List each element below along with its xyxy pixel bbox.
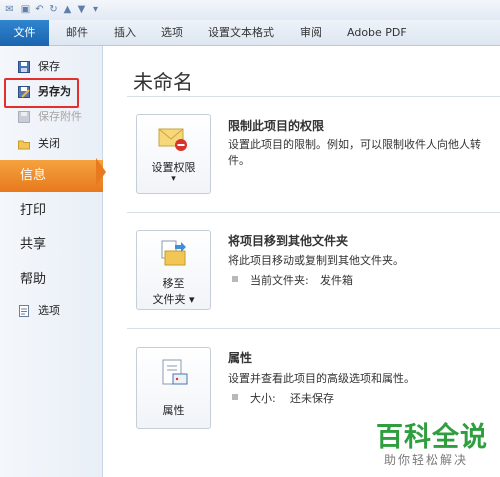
nav-options-label: 选项 xyxy=(38,304,60,317)
move-folder-icon xyxy=(161,240,186,266)
move-desc: 将此项目移动或复制到其他文件夹。 xyxy=(228,254,404,267)
app-icon: ✉ xyxy=(5,4,14,15)
current-folder-label: 当前文件夹: xyxy=(250,274,309,287)
nav-help[interactable]: 帮助 xyxy=(0,264,103,296)
permissions-desc-line2: 件。 xyxy=(228,154,250,167)
redo-icon[interactable]: ↻ xyxy=(48,4,59,15)
save-icon[interactable]: ▣ xyxy=(20,4,31,15)
properties-label: 属性 xyxy=(162,404,185,417)
nav-save-label: 保存 xyxy=(38,60,60,73)
bullet-icon xyxy=(232,394,238,400)
tab-mail[interactable]: 邮件 xyxy=(66,20,88,46)
undo-icon[interactable]: ↶ xyxy=(34,4,45,15)
nav-close-label: 关闭 xyxy=(38,137,60,150)
chevron-down-icon: ▾ xyxy=(171,174,176,184)
watermark-title: 百科全说 xyxy=(376,422,488,453)
nav-share[interactable]: 共享 xyxy=(0,229,103,261)
folder-icon xyxy=(18,140,30,150)
backstage-nav: 保存 另存为 保存附件 关闭 信息 打印 共享 帮助 选项 xyxy=(0,46,103,477)
nav-options[interactable]: 选项 xyxy=(0,299,103,323)
bullet-icon xyxy=(232,276,238,282)
options-icon xyxy=(19,305,29,317)
move-heading: 将项目移到其他文件夹 xyxy=(228,234,349,248)
size-value: 还未保存 xyxy=(290,392,334,405)
nav-save-attachment-label: 保存附件 xyxy=(38,110,82,123)
active-nav-pointer xyxy=(96,158,106,186)
tab-file[interactable]: 文件 xyxy=(0,20,49,46)
permissions-desc-line1: 设置此项目的限制。例如，可以限制收件人向他人转 xyxy=(228,138,481,151)
nav-info[interactable]: 信息 xyxy=(0,160,103,192)
nav-save[interactable]: 保存 xyxy=(0,55,103,79)
tab-format-text[interactable]: 设置文本格式 xyxy=(208,20,274,46)
save-attachment-icon xyxy=(18,111,30,123)
save-icon xyxy=(18,61,30,73)
move-to-label-line1: 移至 xyxy=(162,277,185,290)
title-divider xyxy=(127,96,500,97)
page-title: 未命名 xyxy=(133,70,193,94)
watermark-subtitle: 助你轻松解决 xyxy=(384,453,469,467)
quick-access-toolbar: ✉ ▣ ↶ ↻ ▲ ▼ ▾ xyxy=(0,0,500,20)
move-to-label-line2: 文件夹 ▾ xyxy=(152,293,195,306)
move-to-folder-button[interactable]: 移至 文件夹 ▾ xyxy=(136,230,211,310)
set-permissions-label: 设置权限 xyxy=(151,161,196,174)
nav-close[interactable]: 关闭 xyxy=(0,132,103,156)
section-divider xyxy=(127,328,500,329)
tab-adobe-pdf[interactable]: Adobe PDF xyxy=(347,20,407,46)
tab-options[interactable]: 选项 xyxy=(161,20,183,46)
nav-print[interactable]: 打印 xyxy=(0,195,103,227)
envelope-restrict-icon xyxy=(158,128,187,151)
tab-review[interactable]: 审阅 xyxy=(300,20,322,46)
section-divider xyxy=(127,212,500,213)
save-as-highlight-box xyxy=(4,78,79,108)
set-permissions-button[interactable]: 设置权限 ▾ xyxy=(136,114,211,194)
up-icon[interactable]: ▲ xyxy=(62,4,73,15)
tab-insert[interactable]: 插入 xyxy=(114,20,136,46)
nav-save-attachment: 保存附件 xyxy=(0,105,103,129)
properties-heading: 属性 xyxy=(228,351,253,365)
properties-icon xyxy=(162,359,188,385)
down-icon[interactable]: ▼ xyxy=(76,4,87,15)
current-folder-value: 发件箱 xyxy=(320,274,353,287)
customize-icon[interactable]: ▾ xyxy=(90,4,101,15)
properties-desc: 设置并查看此项目的高级选项和属性。 xyxy=(228,372,415,385)
properties-button[interactable]: 属性 xyxy=(136,347,211,429)
permissions-heading: 限制此项目的权限 xyxy=(228,119,325,133)
size-label: 大小: xyxy=(250,392,276,405)
